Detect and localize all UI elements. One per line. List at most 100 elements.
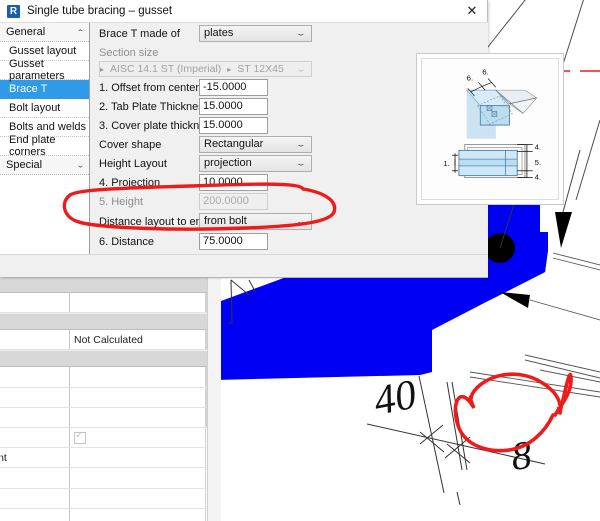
field-label-section-size: Section size [99, 47, 159, 59]
nav-group-general[interactable]: General ⌃ [0, 23, 89, 42]
distance-input[interactable]: 75.0000 [199, 233, 268, 250]
nav-item-label: Brace T [9, 83, 48, 95]
chevron-down-icon: ⌄ [295, 159, 307, 167]
cad-dim-40: 40 [370, 372, 420, 425]
properties-palette-scrollbar[interactable] [207, 276, 221, 521]
checkbox-icon[interactable] [74, 430, 86, 444]
property-name: Phases - building element [0, 448, 70, 468]
property-value[interactable] [70, 367, 206, 387]
nav-group-general-label: General [6, 26, 46, 38]
property-row[interactable]: Approved by [0, 468, 220, 489]
offset-from-center-input[interactable]: -15.0000 [199, 79, 268, 96]
sidebar-item-gusset-parameters[interactable]: Gusset parameters [0, 58, 89, 82]
tab-plate-thickness-input[interactable]: 15.0000 [199, 98, 268, 115]
property-name: Approved [0, 427, 70, 448]
preview-callout-4b: 4. [535, 173, 541, 182]
breadcrumb-type: ST 12X45 [237, 63, 284, 75]
brace-t-preview-panel: 6. 6. 1. 4. 5. 4. [416, 53, 564, 205]
property-name: Approved by [0, 468, 70, 488]
property-value[interactable] [70, 448, 206, 468]
property-value[interactable] [70, 508, 206, 521]
field-label-height: 5. Height [99, 196, 144, 208]
cover-plate-thickness-input[interactable]: 15.0000 [199, 117, 268, 134]
dialog-form-area: Brace T made of plates ⌄ Section size ▸ … [91, 23, 564, 255]
dialog-footer [0, 254, 488, 277]
properties-rows: Dimensions⌃VolumeStructural Analysis⌃Cod… [0, 276, 220, 521]
dialog-body: General ⌃ Gusset layout Gusset parameter… [0, 22, 564, 255]
dialog-nav-list: General ⌃ Gusset layout Gusset parameter… [0, 23, 90, 255]
preview-callout-4a: 4. [535, 142, 541, 151]
nav-item-label: End plate corners [9, 134, 56, 158]
property-value[interactable] [70, 407, 206, 427]
field-label-tab-plate-thickness: 2. Tab Plate Thickness [99, 101, 210, 113]
property-name: Mark [0, 407, 70, 427]
field-label-brace-t-made-of: Brace T made of [99, 28, 180, 40]
sidebar-item-brace-t[interactable]: Brace T [0, 80, 89, 99]
height-layout-dropdown[interactable]: projection ⌄ [199, 155, 312, 172]
property-name: Code Checking Status [0, 330, 70, 350]
nav-item-label: Bolt layout [9, 102, 61, 114]
sidebar-item-end-plate-corners[interactable]: End plate corners [0, 134, 89, 158]
property-name: Comments [0, 387, 70, 407]
property-name: Volume [0, 293, 70, 313]
property-row[interactable]: AssetFacilityID [0, 508, 220, 521]
brace-t-dialog: R Single tube bracing – gusset ✕ General… [0, 0, 564, 277]
nav-item-label: Gusset parameters [9, 58, 65, 82]
field-label-cover-shape: Cover shape [99, 139, 162, 151]
property-name: Image [0, 367, 70, 387]
property-value[interactable] [70, 488, 206, 508]
nav-item-label: Bolts and welds [9, 121, 87, 133]
properties-palette[interactable]: Dimensions⌃VolumeStructural Analysis⌃Cod… [0, 276, 221, 521]
close-icon[interactable]: ✕ [461, 2, 483, 20]
nav-item-label: Gusset layout [9, 45, 77, 57]
sidebar-item-bolt-layout[interactable]: Bolt layout [0, 99, 89, 118]
property-value[interactable]: Not Calculated [70, 330, 206, 350]
preview-svg: 6. 6. 1. 4. 5. 4. [422, 59, 558, 199]
property-group-header[interactable]: Identity Data⌃ [0, 350, 220, 368]
property-value[interactable] [70, 293, 206, 313]
projection-input[interactable]: 10.0000 [199, 174, 268, 191]
preview-callout-5: 5. [535, 158, 541, 167]
revit-logo-icon: R [7, 4, 20, 18]
property-row[interactable]: Code Checking StatusNot Calculated [0, 330, 220, 351]
property-row[interactable]: Approved [0, 427, 220, 449]
section-size-breadcrumb[interactable]: ▸ AISC 14.1 ST (Imperial) ▸ ST 12X45 ⌄ [99, 61, 312, 77]
height-input: 200.0000 [199, 193, 268, 210]
property-name: AssetComponentID [0, 488, 70, 508]
nav-group-special[interactable]: Special ⌄ [0, 156, 89, 175]
property-group-header[interactable]: Structural Analysis⌃ [0, 313, 220, 331]
chevron-down-icon: ⌄ [76, 160, 84, 169]
distance-layout-to-end-plate-dropdown[interactable]: from bolt ⌄ [199, 213, 312, 230]
chevron-down-icon: ⌄ [295, 217, 307, 225]
property-name: AssetFacilityID [0, 508, 70, 521]
field-label-offset-from-center: 1. Offset from center [99, 82, 200, 94]
preview-callout-6b: 6. [482, 68, 488, 77]
preview-callout-6a: 6. [467, 73, 473, 82]
chevron-down-icon: ⌄ [295, 29, 307, 37]
property-value[interactable] [70, 427, 206, 448]
brace-t-preview-diagram: 6. 6. 1. 4. 5. 4. [421, 58, 559, 200]
chevron-up-icon: ⌃ [76, 27, 84, 36]
property-row[interactable]: Image [0, 367, 220, 388]
property-row[interactable]: AssetComponentID [0, 488, 220, 509]
chevron-down-icon: ⌄ [295, 140, 307, 148]
field-label-height-layout: Height Layout [99, 158, 167, 170]
chevron-down-icon: ⌄ [295, 65, 307, 73]
screen-root: 40 8 Dimensions⌃VolumeStructural Analysi… [0, 0, 600, 521]
property-group-header[interactable]: Dimensions⌃ [0, 276, 220, 293]
field-label-distance: 6. Distance [99, 236, 155, 248]
brace-t-made-of-dropdown[interactable]: plates ⌄ [199, 25, 312, 42]
field-label-projection: 4. Projection [99, 177, 161, 189]
breadcrumb-family: AISC 14.1 ST (Imperial) [110, 63, 222, 75]
property-value[interactable] [70, 387, 206, 407]
dialog-titlebar[interactable]: R Single tube bracing – gusset ✕ [0, 0, 487, 22]
preview-callout-1: 1. [443, 159, 449, 168]
property-row[interactable]: Volume [0, 293, 220, 314]
nav-group-special-label: Special [6, 159, 43, 171]
property-row[interactable]: Mark [0, 407, 220, 428]
property-row[interactable]: Phases - building element [0, 448, 220, 469]
cover-shape-dropdown[interactable]: Rectangular ⌄ [199, 136, 312, 153]
property-value[interactable] [70, 468, 206, 488]
dialog-title: Single tube bracing – gusset [27, 5, 173, 17]
property-row[interactable]: Comments [0, 387, 220, 408]
